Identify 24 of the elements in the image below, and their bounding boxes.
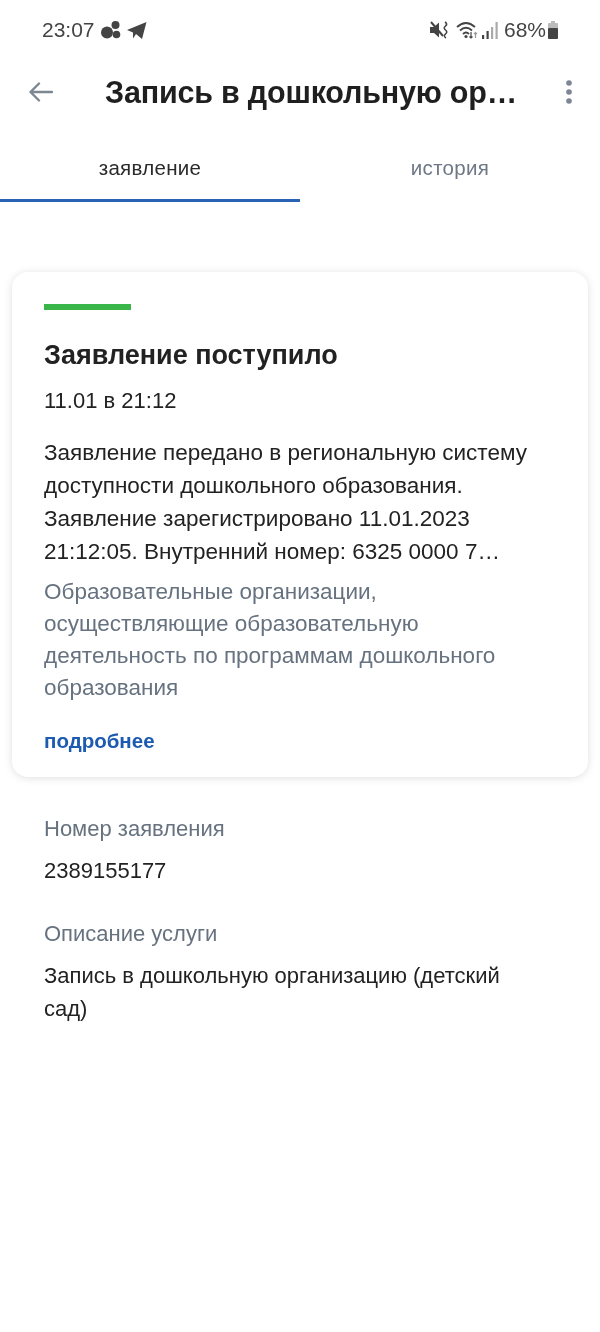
- details-link[interactable]: подробнее: [44, 726, 155, 756]
- mute-icon: [429, 21, 450, 39]
- status-title: Заявление поступило: [44, 339, 338, 372]
- screen-title: Запись в дошкольную ор…: [105, 74, 518, 110]
- status-date: 11.01 в 21:12: [44, 387, 177, 415]
- back-button[interactable]: [28, 81, 54, 103]
- field-value: Запись в дошкольную организацию (детский сад): [44, 962, 501, 1023]
- battery-percent: 68%: [503, 18, 546, 42]
- more-menu-button[interactable]: [565, 79, 573, 105]
- field-label: Описание услуги: [44, 920, 219, 948]
- organization-text: Образовательные организации, осуществляющие образовательную деятельность по программам дошкольного образования: [44, 578, 497, 702]
- clock-time: 23:07: [42, 18, 95, 42]
- more-vertical-icon: [566, 80, 572, 104]
- battery-icon: [548, 21, 558, 39]
- bubbles-icon: [100, 21, 121, 39]
- signal-icon: [481, 21, 498, 39]
- tab[interactable]: заявление: [0, 136, 300, 202]
- back-arrow-icon: [29, 82, 53, 102]
- status-message: Заявление передано в региональную систему доступности дошкольного образования. Заявление зарегистрировано 11.01.2023 21:12:05. Внутренний номер: 6325 0000 7…: [44, 439, 528, 566]
- paper-plane-icon: [126, 21, 147, 39]
- wifi-icon: [455, 21, 478, 39]
- field-value: 2389155177: [44, 857, 168, 885]
- field-label: Номер заявления: [44, 815, 226, 843]
- tab[interactable]: история: [300, 136, 600, 202]
